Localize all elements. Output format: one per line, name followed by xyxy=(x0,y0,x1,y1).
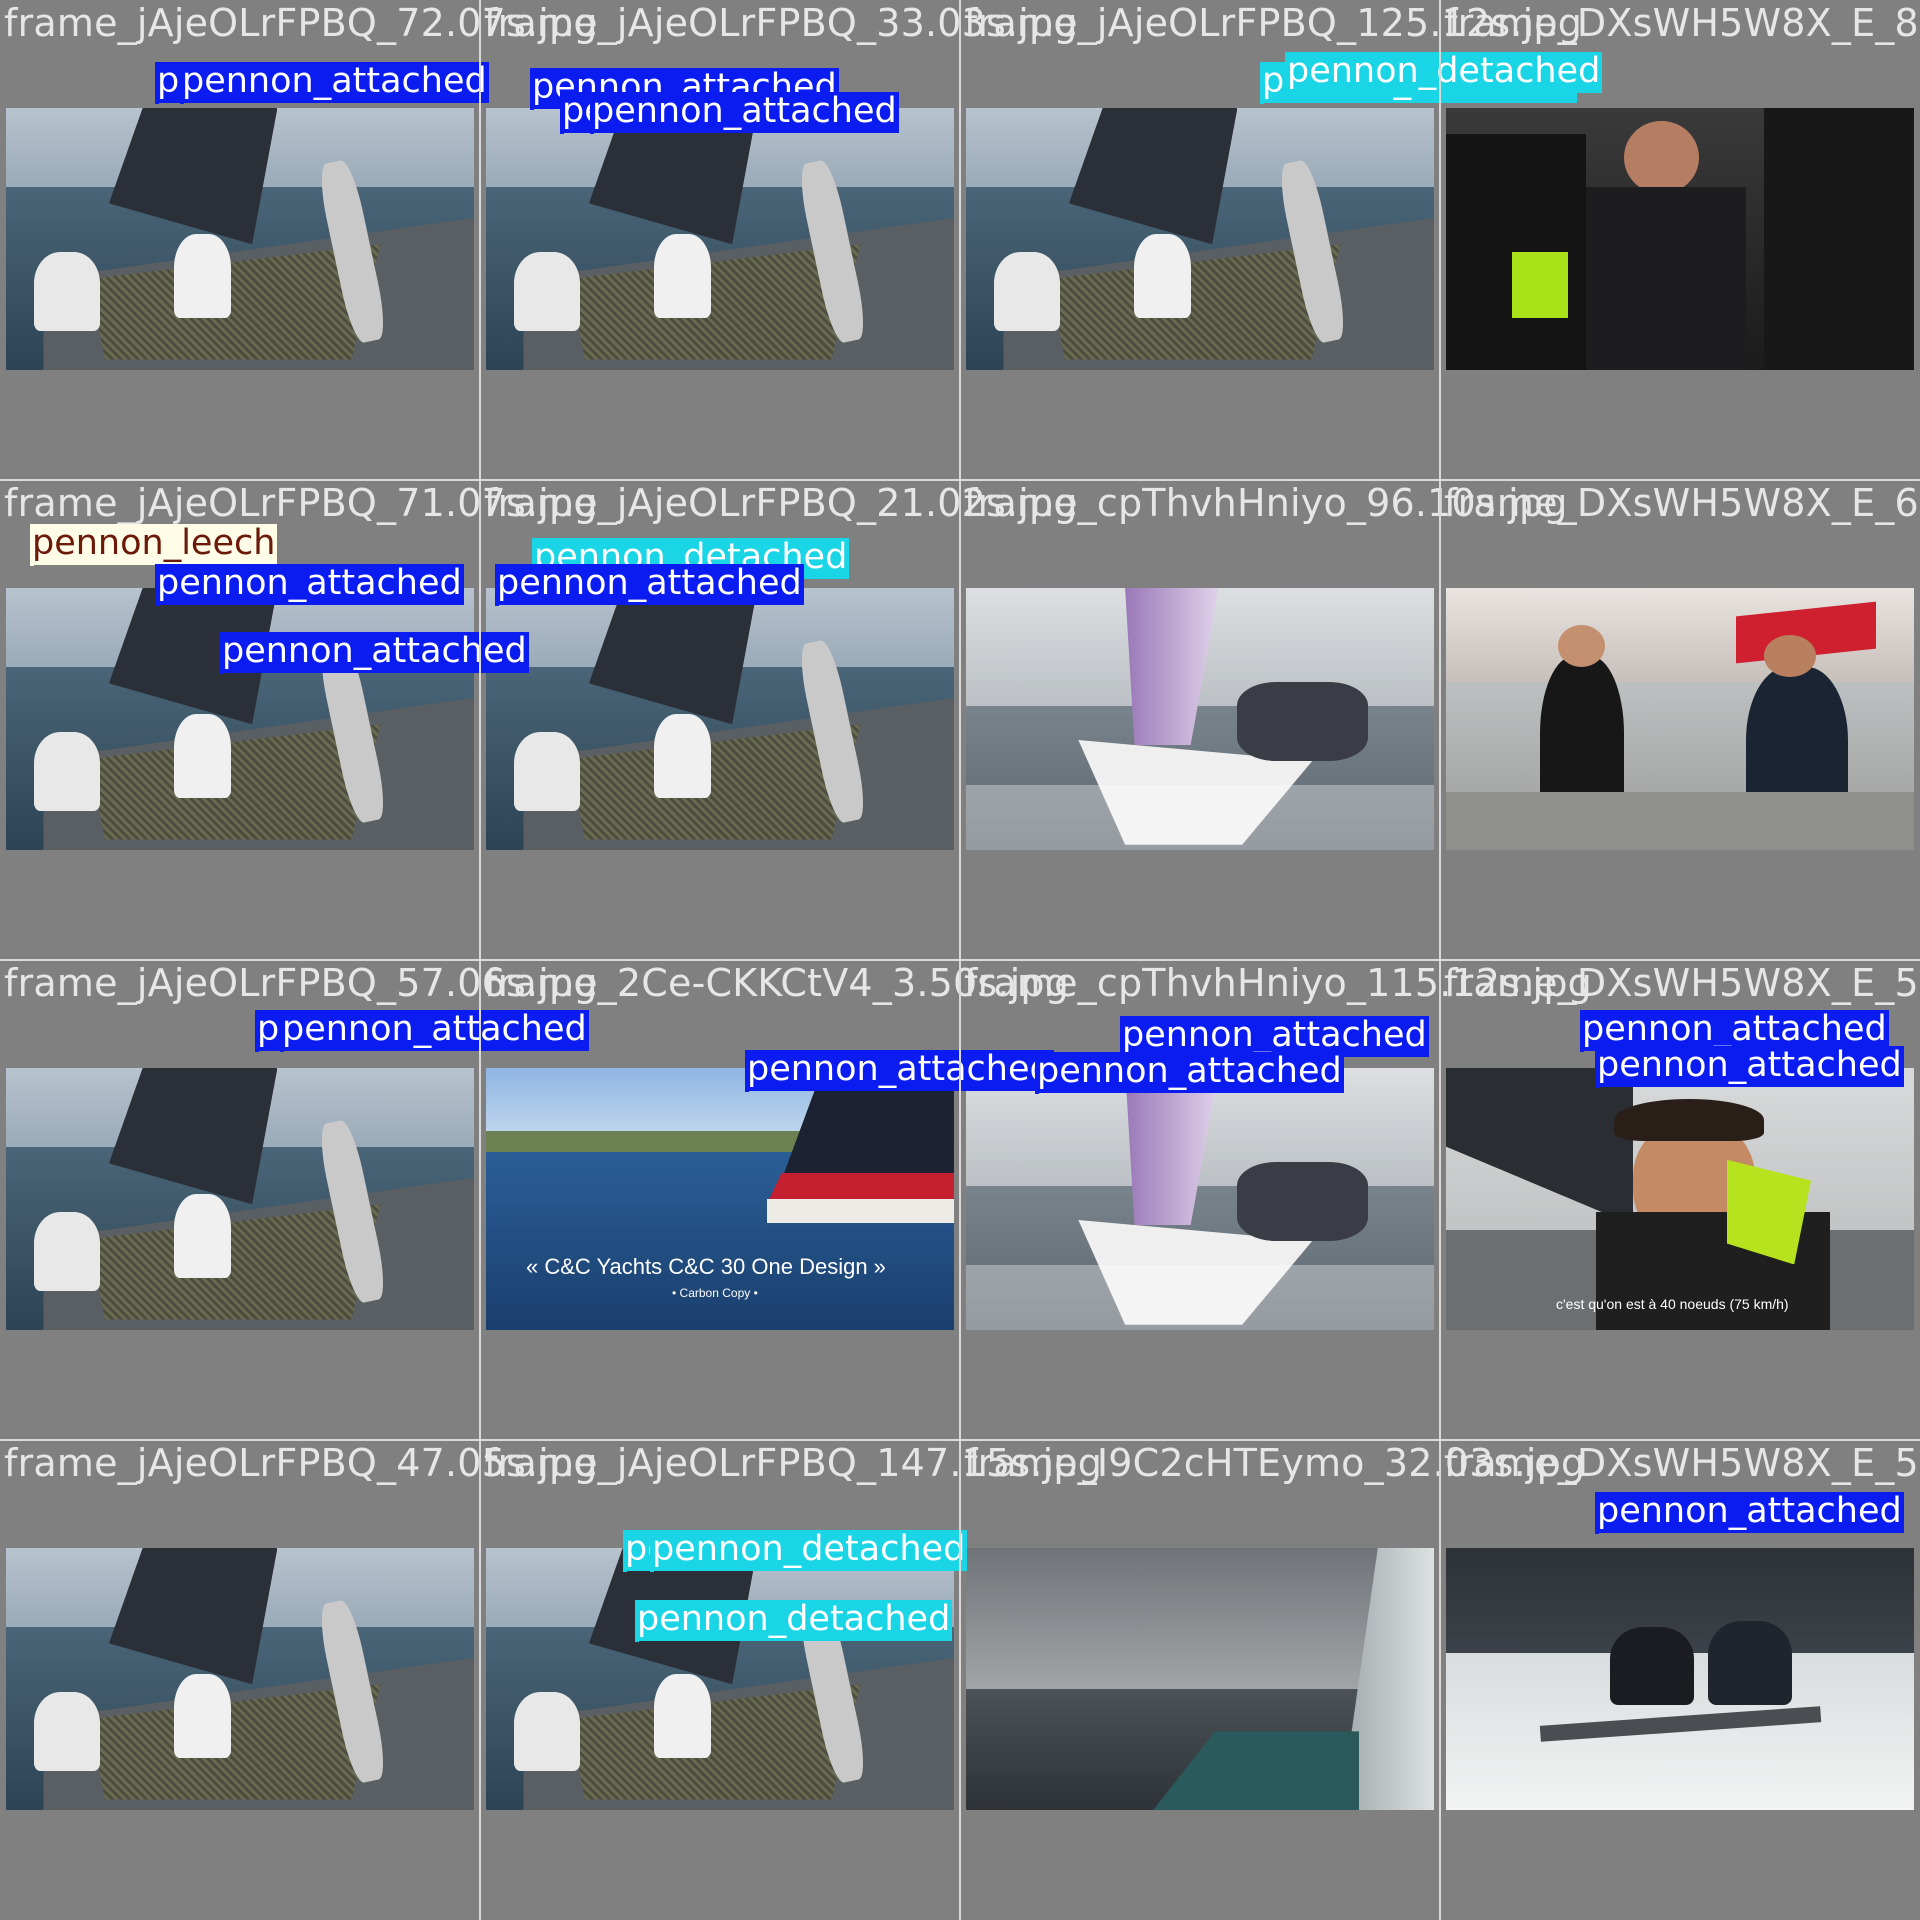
grid-cell: frame_cpThvhHniyo_96.10s.jpg xyxy=(960,480,1567,960)
frame-caption: c'est qu'on est à 40 noeuds (75 km/h) xyxy=(1556,1296,1789,1312)
frame-image xyxy=(966,1548,1434,1810)
frame-caption: « C&C Yachts C&C 30 One Design » xyxy=(526,1254,886,1279)
frame-image xyxy=(6,108,474,370)
frame-image xyxy=(486,588,954,850)
frame-image xyxy=(1446,1548,1914,1810)
grid-cell: frame_I9C2cHTEymo_32.03s.jpg xyxy=(960,1440,1585,1920)
grid-cell: frame_jAjeOLrFPBQ_71.07s.jpg pennon_leech… xyxy=(0,480,598,960)
grid-divider xyxy=(0,1439,1920,1441)
grid-cell: frame_jAjeOLrFPBQ_125.12s.jpg pennon_deta… xyxy=(960,0,1603,480)
grid-cell: c'est qu'on est à 40 noeuds (75 km/h) fra… xyxy=(1440,960,1920,1440)
grid-cell: frame_DXsWH5W8X_E_651 xyxy=(1440,480,1920,960)
frame-filename: frame_DXsWH5W8X_E_813 xyxy=(1444,1,1920,45)
frame-filename: frame_DXsWH5W8X_E_574 xyxy=(1444,961,1920,1005)
detection-label: pennon_attached xyxy=(495,563,804,605)
frame-image xyxy=(966,108,1434,370)
frame-image xyxy=(966,588,1434,850)
grid-cell: frame_jAjeOLrFPBQ_33.03s.jpg pennon_attac… xyxy=(480,0,1078,480)
grid-cell: frame_jAjeOLrFPBQ_147.15s.jpg pennon_deta… xyxy=(480,1440,1102,1920)
detection-label: pennon_attached xyxy=(280,1009,589,1051)
frame-image xyxy=(6,1068,474,1330)
detection-label: pennon_attached xyxy=(155,563,464,605)
frame-image xyxy=(486,1548,954,1810)
frame-image: « C&C Yachts C&C 30 One Design » • Carbon… xyxy=(486,1068,954,1330)
detection-label: pennon_leech xyxy=(30,523,278,565)
detection-label: pennon_attached xyxy=(745,1049,1054,1091)
detection-label: pennon_attached xyxy=(1035,1051,1344,1093)
grid-cell: frame_jAjeOLrFPBQ_21.02s.jpg pennon_detac… xyxy=(480,480,1078,960)
frame-image xyxy=(1446,108,1914,370)
frame-image: c'est qu'on est à 40 noeuds (75 km/h) xyxy=(1446,1068,1914,1330)
detection-label: pennon_attached xyxy=(220,631,529,673)
grid-cell: frame_jAjeOLrFPBQ_47.05s.jpg xyxy=(0,1440,598,1920)
detection-label: pennon_attached xyxy=(590,91,899,133)
grid-cell: frame_jAjeOLrFPBQ_57.06s.jpg pennon_attac… xyxy=(0,960,598,1440)
frame-image xyxy=(1446,588,1914,850)
grid-cell: frame_DXsWH5W8X_E_565 pennon_attached xyxy=(1440,1440,1920,1920)
frame-image xyxy=(6,1548,474,1810)
frame-image xyxy=(486,108,954,370)
detection-label: pennon_attached xyxy=(1595,1491,1904,1533)
detection-label: pennon_attached xyxy=(1595,1045,1904,1087)
frame-image xyxy=(966,1068,1434,1330)
grid-cell: frame_jAjeOLrFPBQ_72.07s.jpg pennon_attac… xyxy=(0,0,598,480)
frame-image xyxy=(6,588,474,850)
grid-divider xyxy=(1439,0,1441,1920)
detection-label: pennon_detached xyxy=(1285,51,1603,93)
grid-divider xyxy=(0,959,1920,961)
detection-grid: frame_jAjeOLrFPBQ_72.07s.jpg pennon_attac… xyxy=(0,0,1920,1920)
frame-filename: frame_DXsWH5W8X_E_651 xyxy=(1444,481,1920,525)
grid-cell: frame_cpThvhHniyo_115.12s.jpg pennon_atta… xyxy=(960,960,1592,1440)
detection-label: pennon_detached xyxy=(635,1599,953,1641)
frame-subcaption: • Carbon Copy • xyxy=(672,1286,758,1300)
detection-label: pennon_attached xyxy=(180,61,489,103)
frame-filename: frame_DXsWH5W8X_E_565 xyxy=(1444,1441,1920,1485)
detection-label: pennon_detached xyxy=(650,1529,968,1571)
